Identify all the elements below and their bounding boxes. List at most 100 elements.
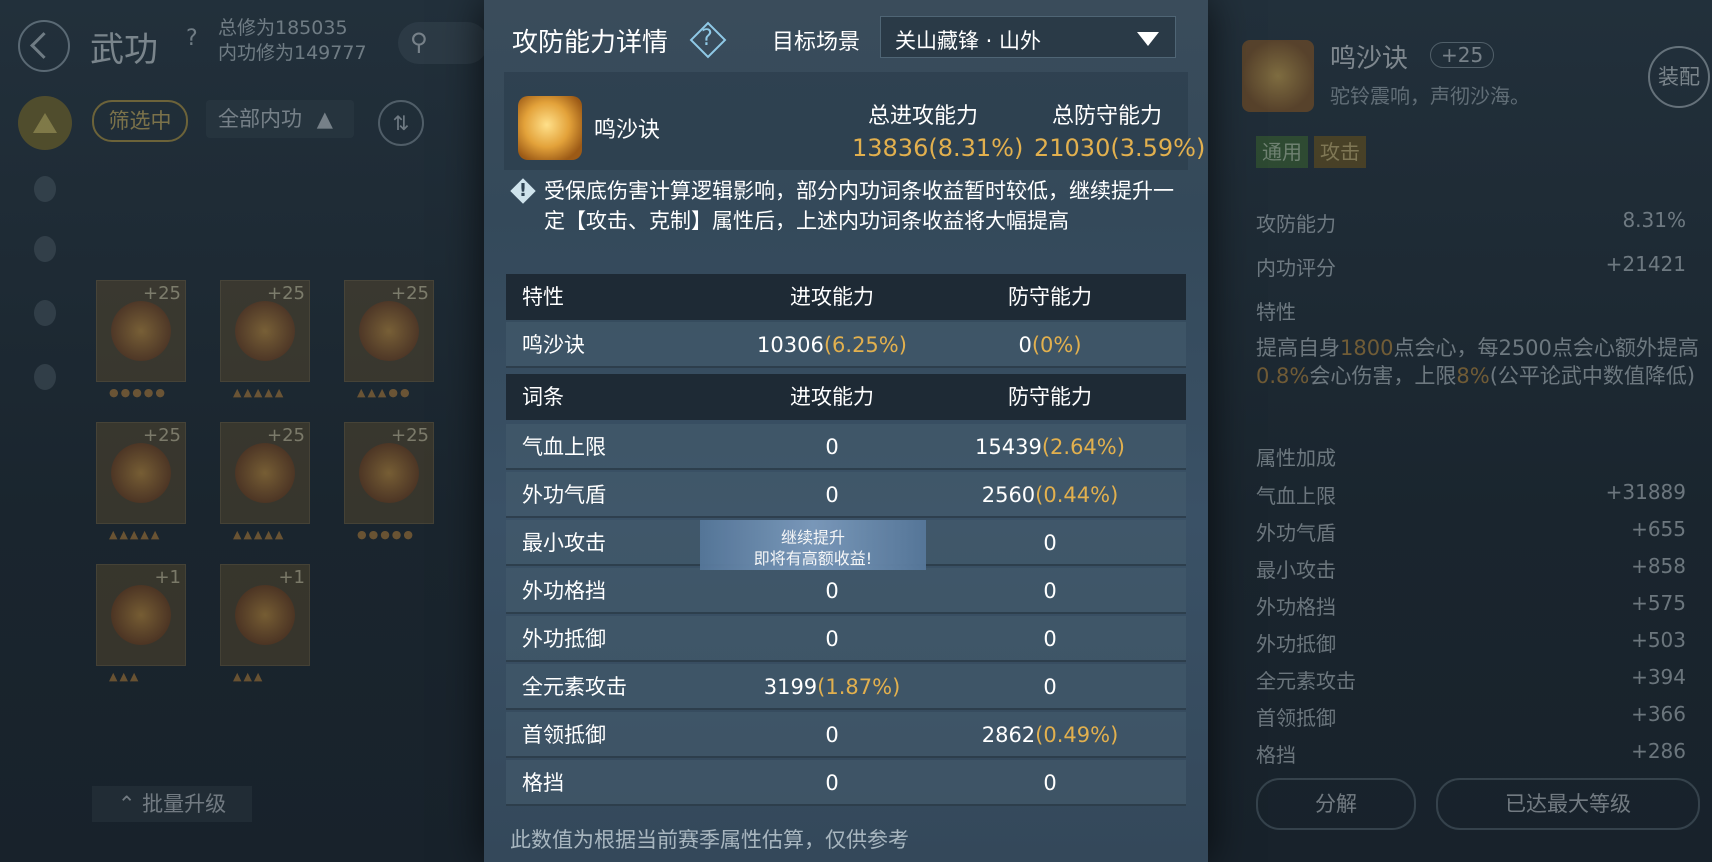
row-attack: 0 (710, 472, 954, 518)
martial-arts-panel: 武功 ? 总修为185035 内功修为149777 ⚲ 筛选中 全部内功 ▲ ⇅… (0, 0, 488, 862)
table-row: 外功抵御 0 0 (506, 616, 1186, 662)
equip-button[interactable]: 装配 (1648, 46, 1710, 108)
attribute-row: 格挡 +286 (1256, 739, 1686, 768)
skill-summary: 鸣沙诀 总进攻能力 总防守能力 13836(8.31%) 21030(3.59%… (504, 72, 1205, 170)
fire-element-icon[interactable] (34, 176, 56, 202)
attribute-row: 首领抵御 +366 (1256, 702, 1686, 731)
total-attack-label: 总进攻能力 (868, 104, 979, 129)
card-level: +1 (154, 567, 181, 588)
trait-description: 提高自身1800点会心，每2500点会心额外提高 0.8%会心伤害，上限8%(公平… (1256, 334, 1706, 390)
trait-section-header[interactable]: 特性 (1256, 296, 1686, 325)
row-attack: 0 (710, 568, 954, 614)
header-defense: 防守能力 (1008, 285, 1092, 309)
defense-value: 0 (1043, 675, 1057, 699)
table-row: 外功格挡 0 0 (506, 568, 1186, 614)
attribute-row: 外功气盾 +655 (1256, 517, 1686, 546)
defense-value: 0 (1043, 771, 1057, 795)
warning-icon (512, 180, 534, 202)
defense-value: 0 (1043, 627, 1057, 651)
upgrade-hint-tooltip: 继续提升 即将有高额收益! (700, 520, 926, 570)
skill-card[interactable]: +25 ▲▲▲▲▲ (96, 422, 186, 541)
max-level-button: 已达最大等级 (1436, 778, 1700, 830)
dropdown-label: 全部内功 (218, 107, 302, 131)
triangle-up-icon: ▲ (316, 107, 333, 131)
total-defense-value: 21030(3.59%) (1034, 134, 1206, 162)
card-level: +25 (143, 283, 181, 304)
defense-percent: (0.49%) (1035, 723, 1119, 747)
skill-card[interactable]: +25 ▲▲▲▲▲ (220, 280, 310, 399)
defense-value: 0 (1018, 333, 1032, 357)
attribute-section-header[interactable]: 属性加成 (1256, 442, 1686, 471)
sort-button[interactable]: ⇅ (378, 100, 424, 146)
row-name: 最小攻击 (522, 531, 606, 555)
row-name: 鸣沙诀 (522, 333, 585, 357)
table-row: 全元素攻击 3199(1.87%) 0 (506, 664, 1186, 710)
card-level: +25 (391, 283, 429, 304)
trait-text: 点会心，每2500点会心额外提高 (1393, 336, 1699, 360)
skill-icon (1242, 40, 1314, 112)
trait-highlight: 8% (1456, 364, 1490, 388)
attack-percent: (1.87%) (817, 675, 901, 699)
skill-card[interactable]: +25 ▲▲▲●● (344, 280, 434, 399)
filter-active-button[interactable]: 筛选中 (92, 100, 188, 142)
tag-attack: 攻击 (1314, 136, 1366, 168)
mountain-element-icon[interactable] (34, 364, 56, 390)
skill-card[interactable]: +1 ▲▲▲ (220, 564, 310, 683)
row-defense: 0 (934, 664, 1166, 710)
skill-card[interactable]: +25 ▲▲▲▲▲ (220, 422, 310, 541)
table-row: 鸣沙诀 10306(6.25%) 0(0%) (506, 322, 1186, 368)
flame-element-icon[interactable] (34, 300, 56, 326)
row-attack: 0 (710, 712, 954, 758)
hint-line-2: 即将有高额收益! (753, 549, 873, 568)
card-level: +25 (267, 425, 305, 446)
row-defense: 0 (934, 568, 1166, 614)
skill-name: 鸣沙诀 (594, 118, 661, 143)
skill-card[interactable]: +25 ●●●●● (344, 422, 434, 541)
batch-upgrade-button[interactable]: ⌃ 批量升级 (92, 786, 252, 822)
scene-dropdown[interactable]: 关山藏锋 · 山外 (880, 16, 1176, 58)
row-name: 首领抵御 (522, 723, 606, 747)
attack-value: 0 (825, 723, 839, 747)
defense-value: 15439 (975, 435, 1042, 459)
attr-value: +31889 (1605, 480, 1686, 504)
defense-value: 2560 (981, 483, 1036, 507)
skill-art-icon (111, 301, 171, 361)
trait-text: 提高自身 (1256, 336, 1340, 360)
defense-percent: (0.44%) (1035, 483, 1119, 507)
card-level: +25 (267, 283, 305, 304)
attack-value: 0 (825, 627, 839, 651)
skill-detail-panel: 鸣沙诀 +25 驼铃震响，声彻沙海。 装配 通用 攻击 攻防能力 8.31% 内… (1208, 0, 1712, 862)
table-row: 首领抵御 0 2862(0.49%) (506, 712, 1186, 758)
rank-triangle-icon[interactable] (18, 96, 72, 150)
table-row: 格挡 0 0 (506, 760, 1186, 806)
header-attack: 进攻能力 (790, 385, 874, 409)
skill-art-icon (111, 585, 171, 645)
help-icon[interactable]: ? (186, 26, 208, 54)
defense-percent: (0%) (1031, 333, 1082, 357)
table-row: 外功气盾 0 2560(0.44%) (506, 472, 1186, 518)
stat-value: +21421 (1605, 252, 1686, 276)
row-attack: 0 (710, 424, 954, 470)
skill-card[interactable]: +1 ▲▲▲ (96, 564, 186, 683)
stat-value: 8.31% (1622, 208, 1686, 232)
tag-general: 通用 (1256, 136, 1308, 168)
row-defense: 2862(0.49%) (934, 712, 1166, 758)
attack-value: 10306 (757, 333, 824, 357)
attack-value: 3199 (763, 675, 818, 699)
attribute-row: 外功抵御 +503 (1256, 628, 1686, 657)
decompose-button[interactable]: 分解 (1256, 778, 1416, 830)
trait-highlight: 0.8% (1256, 364, 1310, 388)
water-element-icon[interactable] (34, 236, 56, 262)
inner-skill-dropdown[interactable]: 全部内功 ▲ (206, 100, 354, 138)
skill-art-icon (235, 443, 295, 503)
skill-card[interactable]: +25 ●●●●● (96, 280, 186, 399)
skill-art-icon (111, 443, 171, 503)
star-rating-icon: ●●●●● (357, 528, 415, 541)
card-level: +25 (143, 425, 181, 446)
back-icon[interactable] (18, 20, 70, 72)
attr-label: 外功格挡 (1256, 595, 1336, 619)
search-button[interactable]: ⚲ (398, 22, 488, 64)
help-icon[interactable]: ? (694, 26, 720, 52)
attr-value: +655 (1631, 517, 1686, 541)
star-rating-icon: ●●●●● (109, 386, 167, 399)
